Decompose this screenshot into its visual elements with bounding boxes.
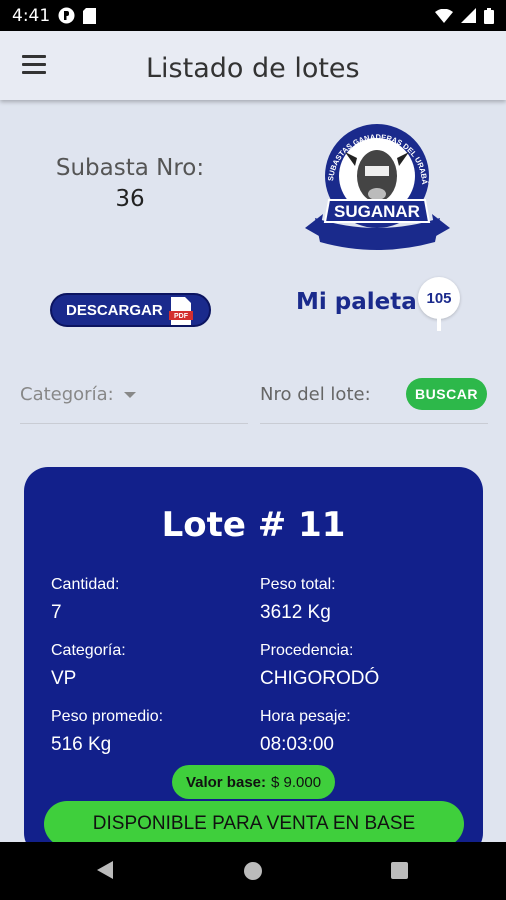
app-notification-icon <box>58 7 75 24</box>
suganar-logo: SUBASTAS GANADERAS DEL URABÁ GRANDE SUGA… <box>305 118 450 250</box>
menu-icon[interactable] <box>22 55 46 75</box>
total-weight-label: Peso total: <box>260 576 336 593</box>
availability-button[interactable]: DISPONIBLE PARA VENTA EN BASE <box>44 801 464 847</box>
search-button[interactable]: BUSCAR <box>406 378 487 410</box>
chevron-down-icon <box>124 392 136 398</box>
recent-apps-icon[interactable] <box>391 862 408 879</box>
paddle-number: 105 <box>418 277 460 319</box>
lot-title: Lote # 11 <box>161 505 346 545</box>
page-title: Listado de lotes <box>146 53 360 84</box>
paddle-label: Mi paleta <box>296 289 417 315</box>
auction-label: Subasta Nro: <box>55 155 205 181</box>
category-label: Categoría: <box>20 384 114 405</box>
app-bar: Listado de lotes <box>0 31 506 100</box>
weigh-time-label: Hora pesaje: <box>260 708 351 725</box>
logo-name: SUGANAR <box>334 202 420 221</box>
home-icon[interactable] <box>244 862 262 880</box>
auction-number: 36 <box>115 186 145 212</box>
base-price-label: Valor base: <box>185 773 266 791</box>
download-button[interactable]: DESCARGAR PDF <box>50 293 211 327</box>
download-label: DESCARGAR <box>66 301 163 319</box>
battery-icon <box>484 7 494 24</box>
back-icon[interactable] <box>97 861 113 879</box>
weigh-time-value: 08:03:00 <box>260 734 334 755</box>
quantity-value: 7 <box>51 602 62 623</box>
origin-value: CHIGORODÓ <box>260 668 380 689</box>
status-time: 4:41 <box>12 5 51 26</box>
pdf-text: PDF <box>174 313 189 320</box>
signal-icon <box>461 8 476 23</box>
avg-weight-label: Peso promedio: <box>51 708 164 725</box>
base-price-value: $ 9.000 <box>271 773 322 791</box>
origin-label: Procedencia: <box>260 642 354 659</box>
category-dropdown[interactable]: Categoría: <box>20 380 248 424</box>
base-price-badge: Valor base: $ 9.000 <box>172 765 335 799</box>
lot-number-label: Nro del lote: <box>260 384 371 405</box>
quantity-label: Cantidad: <box>51 576 120 593</box>
wifi-icon <box>435 8 453 23</box>
status-bar: 4:41 <box>0 0 506 31</box>
total-weight-value: 3612 Kg <box>260 602 331 623</box>
avg-weight-value: 516 Kg <box>51 734 112 755</box>
system-icons <box>435 7 494 24</box>
category-field-label: Categoría: <box>51 642 126 659</box>
pdf-icon: PDF <box>169 297 193 325</box>
category-value: VP <box>51 668 77 689</box>
notification-icons <box>58 7 97 24</box>
paddle-icon: 105 <box>418 277 460 333</box>
sd-card-icon <box>83 7 97 24</box>
